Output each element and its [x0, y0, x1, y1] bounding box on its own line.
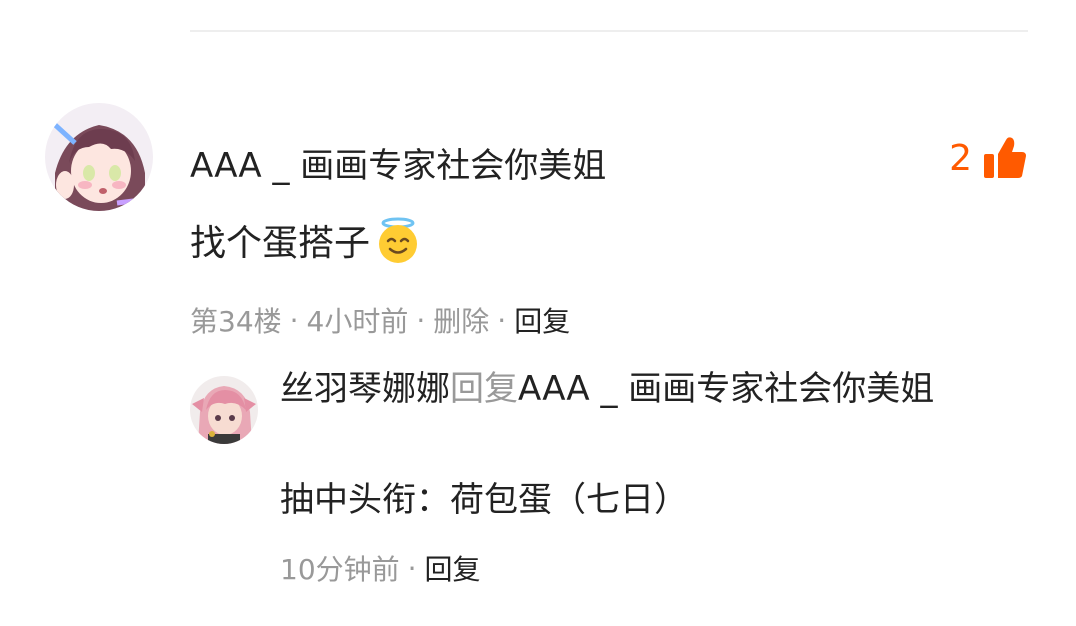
reply-to-reply-button[interactable]: 回复 [425, 548, 481, 588]
comment-time: 4小时前 [306, 305, 409, 338]
reply-author-avatar[interactable] [190, 376, 258, 444]
reply-button[interactable]: 回复 [514, 300, 570, 340]
reply-word: 回复 [450, 369, 518, 409]
reply-author-name[interactable]: 丝羽琴娜娜 [280, 369, 450, 409]
like-count: 2 [949, 137, 972, 179]
separator-dot: · [289, 303, 299, 337]
reply-header: 丝羽琴娜娜回复AAA _ 画画专家社会你美姐 [280, 366, 980, 412]
separator-dot: · [407, 551, 417, 585]
commenter-username[interactable]: AAA _ 画画专家社会你美姐 [190, 138, 606, 187]
commenter-avatar[interactable] [45, 103, 153, 211]
floor-number: 第34楼 [190, 305, 282, 338]
comment-body: 找个蛋搭子 [190, 214, 422, 266]
reply-meta: 10分钟前 · 回复 [280, 548, 481, 588]
separator-dot: · [416, 303, 426, 337]
comment-text: 找个蛋搭子 [190, 223, 371, 264]
separator-dot: · [497, 303, 507, 337]
reply-text: 抽中头衔：荷包蛋（七日） [280, 480, 688, 520]
reply-target-name[interactable]: AAA _ 画画专家社会你美姐 [518, 369, 934, 409]
smiling-halo-emoji [370, 216, 422, 264]
delete-button[interactable]: 删除 [433, 300, 489, 340]
thumbs-up-icon[interactable] [984, 136, 1026, 180]
comment-meta: 第34楼 · 4小时前 · 删除 · 回复 [190, 300, 570, 340]
top-divider [190, 30, 1028, 32]
like-button[interactable]: 2 [949, 136, 1026, 180]
anime-avatar-image [45, 103, 153, 211]
reply-time: 10分钟前 [280, 553, 400, 586]
anime-avatar-image [190, 376, 258, 444]
